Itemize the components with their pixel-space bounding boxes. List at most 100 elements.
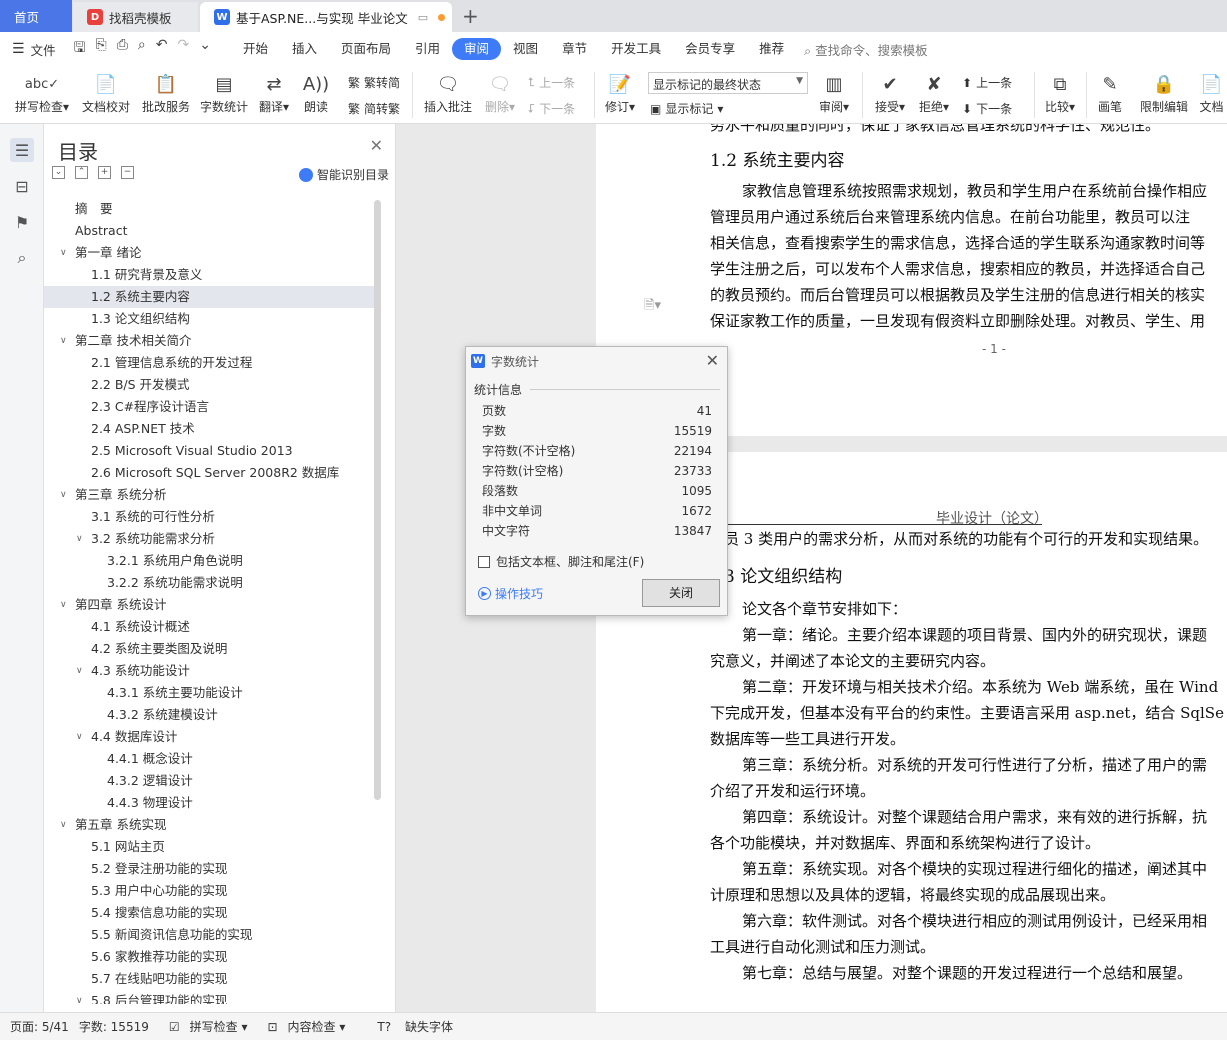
tab-document[interactable]: W 基于ASP.NE...与实现 毕业论文 ▭ <box>200 2 452 32</box>
command-search[interactable]: ⌕ 查找命令、搜索模板 <box>804 40 928 59</box>
chevron-down-icon[interactable]: ∨ <box>76 528 83 550</box>
toc-item[interactable]: 4.4.3 物理设计 <box>44 792 374 814</box>
toc-item[interactable]: 2.2 B/S 开发模式 <box>44 374 374 396</box>
expand-all-icon[interactable]: ⌃ <box>75 166 88 179</box>
toc-item[interactable]: 2.6 Microsoft SQL Server 2008R2 数据库 <box>44 462 374 484</box>
toc-item[interactable]: 5.5 新闻资讯信息功能的实现 <box>44 924 374 946</box>
menu-reference[interactable]: 引用 <box>403 38 452 60</box>
compare-button[interactable]: ⧉ 比较▾ <box>1040 70 1080 115</box>
toc-item[interactable]: 3.2.2 系统功能需求说明 <box>44 572 374 594</box>
chevron-down-icon[interactable]: ∨ <box>60 484 67 506</box>
toc-item[interactable]: 4.3.2 系统建模设计 <box>44 704 374 726</box>
toc-item[interactable]: ∨ 第二章 技术相关简介 <box>44 330 374 352</box>
tab-home[interactable]: 首页 <box>0 0 72 32</box>
markup-mode-select[interactable]: 显示标记的最终状态 ▼ <box>648 72 808 94</box>
undo-icon[interactable]: ↶ <box>156 37 168 61</box>
toc-item[interactable]: 2.3 C#程序设计语言 <box>44 396 374 418</box>
menu-layout[interactable]: 页面布局 <box>329 38 403 60</box>
chevron-down-icon[interactable]: ∨ <box>60 594 67 616</box>
new-tab-button[interactable]: + <box>462 4 479 28</box>
doc-proof-button[interactable]: 📄 文档校对 <box>80 70 132 115</box>
toc-item[interactable]: 1.1 研究背景及意义 <box>44 264 374 286</box>
review-pane-button[interactable]: ▥ 审阅▾ <box>814 70 854 115</box>
toc-item[interactable]: ∨ 第一章 绪论 <box>44 242 374 264</box>
close-icon[interactable]: ✕ <box>706 351 719 370</box>
toc-icon[interactable]: ☰ <box>10 138 34 162</box>
more-icon[interactable]: ⌄ <box>199 37 211 61</box>
toc-item[interactable]: 5.4 搜索信息功能的实现 <box>44 902 374 924</box>
add-heading-icon[interactable]: + <box>98 166 111 179</box>
redo-icon[interactable]: ↷ <box>178 37 190 61</box>
reject-button[interactable]: ✘ 拒绝▾ <box>914 70 954 115</box>
remove-heading-icon[interactable]: − <box>121 166 134 179</box>
spell-check-status[interactable]: ☑ 拼写检查 ▾ <box>159 1018 248 1035</box>
accept-button[interactable]: ✔ 接受▾ <box>870 70 910 115</box>
menu-recommend[interactable]: 推荐 <box>747 38 796 60</box>
toc-item[interactable]: ∨ 第五章 系统实现 <box>44 814 374 836</box>
toc-item[interactable]: 4.4.1 概念设计 <box>44 748 374 770</box>
collapse-all-icon[interactable]: ⌄ <box>52 166 65 179</box>
toc-item[interactable]: ∨ 4.4 数据库设计 <box>44 726 374 748</box>
prev-change-button[interactable]: ⬆ 上一条 <box>962 74 1012 91</box>
menu-chapter[interactable]: 章节 <box>550 38 599 60</box>
export-icon[interactable]: ⎘ <box>96 37 107 61</box>
preview-icon[interactable]: ⌕ <box>138 37 146 61</box>
toc-item[interactable]: 摘 要 <box>44 198 374 220</box>
menu-member[interactable]: 会员专享 <box>673 38 747 60</box>
chevron-down-icon[interactable]: ∨ <box>60 242 67 264</box>
show-markup-button[interactable]: ▣ 显示标记 ▾ <box>650 100 723 117</box>
translate-button[interactable]: ⇄ 翻译▾ <box>256 70 292 115</box>
menu-review[interactable]: 审阅 <box>452 38 502 60</box>
dialog-titlebar[interactable]: W 字数统计 <box>466 347 727 375</box>
toc-item[interactable]: ∨ 3.2 系统功能需求分析 <box>44 528 374 550</box>
toc-item[interactable]: 4.2 系统主要类图及说明 <box>44 638 374 660</box>
toc-item[interactable]: 4.3.1 系统主要功能设计 <box>44 682 374 704</box>
toc-item[interactable]: 2.5 Microsoft Visual Studio 2013 <box>44 440 374 462</box>
toc-item[interactable]: 5.2 登录注册功能的实现 <box>44 858 374 880</box>
chapter-nav-icon[interactable]: ⊟ <box>10 174 34 198</box>
monitor-icon[interactable]: ▭ <box>418 11 428 24</box>
insert-comment-button[interactable]: 🗨 插入批注 <box>420 70 476 115</box>
toc-item[interactable]: 1.3 论文组织结构 <box>44 308 374 330</box>
toc-item[interactable]: ∨ 第四章 系统设计 <box>44 594 374 616</box>
toc-item[interactable]: 4.1 系统设计概述 <box>44 616 374 638</box>
toc-item[interactable]: 4.3.2 逻辑设计 <box>44 770 374 792</box>
pen-button[interactable]: ✎ 画笔 <box>1092 70 1128 115</box>
toc-item[interactable]: Abstract <box>44 220 374 242</box>
print-icon[interactable]: ⎙ <box>117 37 128 61</box>
content-check-status[interactable]: ⊡ 内容检查 ▾ <box>257 1018 345 1035</box>
tips-link[interactable]: ▶ 操作技巧 <box>478 585 543 602</box>
chevron-down-icon[interactable]: ∨ <box>60 330 67 352</box>
toc-item[interactable]: 2.1 管理信息系统的开发过程 <box>44 352 374 374</box>
toc-item[interactable]: 5.1 网站主页 <box>44 836 374 858</box>
chevron-down-icon[interactable]: ∨ <box>76 660 83 682</box>
next-change-button[interactable]: ⬇ 下一条 <box>962 100 1012 117</box>
close-icon[interactable]: ✕ <box>370 136 383 155</box>
toc-item[interactable]: 3.1 系统的可行性分析 <box>44 506 374 528</box>
chevron-down-icon[interactable]: ∨ <box>60 814 67 836</box>
menu-insert[interactable]: 插入 <box>280 38 329 60</box>
toc-item[interactable]: ∨ 5.8 后台管理功能的实现 <box>44 990 374 1004</box>
delete-comment-button[interactable]: 🗨 删除▾ <box>480 70 520 115</box>
page-indicator[interactable]: 页面: 5/41 <box>10 1018 69 1035</box>
smart-toc-button[interactable]: 智能识别目录 <box>298 166 389 183</box>
toc-item[interactable]: ∨ 第三章 系统分析 <box>44 484 374 506</box>
menu-start[interactable]: 开始 <box>231 38 280 60</box>
toc-item[interactable]: 3.2.1 系统用户角色说明 <box>44 550 374 572</box>
chevron-down-icon[interactable]: ∨ <box>76 990 83 1004</box>
toc-item[interactable]: 2.4 ASP.NET 技术 <box>44 418 374 440</box>
doc-permission-button[interactable]: 📄 文档 <box>1196 70 1227 115</box>
toc-scrollbar[interactable] <box>374 200 381 800</box>
bookmark-icon[interactable]: ⚑ <box>10 210 34 234</box>
paragraph-marker-icon[interactable]: 🗎▾ <box>644 296 661 318</box>
word-count-indicator[interactable]: 字数: 15519 <box>79 1018 149 1035</box>
checkbox-box[interactable] <box>478 555 490 568</box>
include-textbox-checkbox[interactable]: 包括文本框、脚注和尾注(F) <box>478 553 644 570</box>
save-icon[interactable]: 🖫 <box>74 37 86 61</box>
toc-item[interactable]: ∨ 4.3 系统功能设计 <box>44 660 374 682</box>
toc-item[interactable]: 5.7 在线贴吧功能的实现 <box>44 968 374 990</box>
restrict-edit-button[interactable]: 🔒 限制编辑 <box>1138 70 1190 115</box>
toc-item[interactable]: 5.6 家教推荐功能的实现 <box>44 946 374 968</box>
simp-to-trad-button[interactable]: 繁简转繁 <box>348 100 400 117</box>
close-button[interactable]: 关闭 <box>642 579 720 607</box>
